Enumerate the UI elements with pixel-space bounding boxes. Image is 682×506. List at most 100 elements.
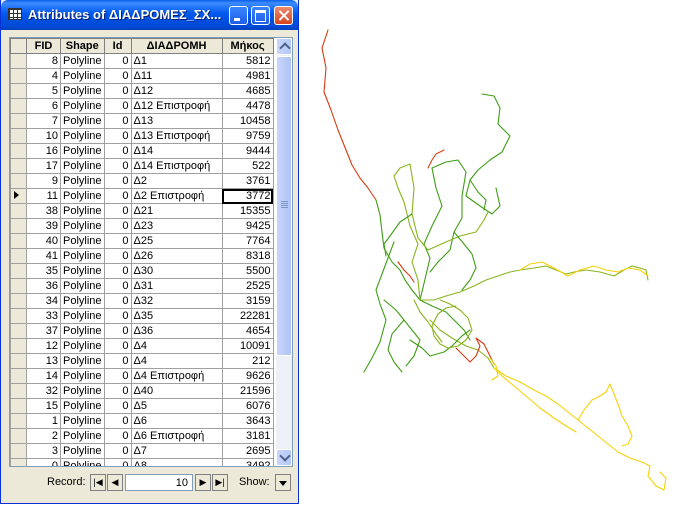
table-row[interactable]: 6 Polyline 0 Δ12 Επιστροφή 4478 [10, 98, 274, 114]
table-row[interactable]: 14 Polyline 0 Δ4 Επιστροφή 9626 [10, 368, 274, 384]
row-selector[interactable] [10, 128, 27, 144]
table-cell[interactable]: 0 [103, 428, 132, 444]
table-cell[interactable]: 3761 [221, 173, 274, 189]
table-row[interactable]: 38 Polyline 0 Δ21 15355 [10, 203, 274, 219]
route-line[interactable] [465, 93, 511, 215]
table-row[interactable]: 4 Polyline 0 Δ11 4981 [10, 68, 274, 84]
row-selector[interactable] [10, 248, 27, 264]
table-cell[interactable]: Polyline [60, 293, 105, 309]
table-cell[interactable]: 0 [103, 263, 132, 279]
table-cell[interactable]: Δ8 [130, 458, 223, 466]
table-cell[interactable]: 4 [26, 68, 61, 84]
table-row[interactable]: 8 Polyline 0 Δ1 5812 [10, 53, 274, 69]
table-cell[interactable]: Polyline [60, 308, 105, 324]
table-cell[interactable]: 15355 [221, 203, 274, 219]
column-header[interactable]: Μήκος [221, 38, 274, 54]
minimize-button[interactable] [229, 6, 248, 25]
table-cell[interactable]: 0 [103, 443, 132, 459]
table-cell[interactable]: Polyline [60, 203, 105, 219]
table-cell[interactable]: 4654 [221, 323, 274, 339]
table-cell[interactable]: Polyline [60, 128, 105, 144]
table-row[interactable]: 12 Polyline 0 Δ4 10091 [10, 338, 274, 354]
table-cell[interactable]: Δ21 [130, 203, 223, 219]
route-line[interactable] [393, 163, 489, 301]
row-selector[interactable] [10, 398, 27, 414]
map-canvas[interactable] [300, 0, 682, 506]
table-cell[interactable]: Polyline [60, 458, 105, 466]
table-cell[interactable]: 0 [103, 248, 132, 264]
table-cell[interactable]: Polyline [60, 113, 105, 129]
row-selector[interactable] [10, 278, 27, 294]
table-cell[interactable]: Δ6 [130, 413, 223, 429]
table-cell[interactable]: 35 [26, 263, 61, 279]
table-cell[interactable]: Polyline [60, 218, 105, 234]
scroll-up-button[interactable] [276, 38, 292, 55]
table-cell[interactable]: 21596 [221, 383, 274, 399]
route-line[interactable] [469, 179, 487, 211]
table-cell[interactable]: Δ36 [130, 323, 223, 339]
route-line[interactable] [519, 261, 649, 277]
table-cell[interactable]: 40 [26, 233, 61, 249]
table-cell[interactable]: Polyline [60, 323, 105, 339]
attribute-table[interactable]: FID Shape Id ΔΙΑΔΡΟΜΗ Μήκος 8 Polyline 0 Δ1… [9, 37, 293, 467]
route-line[interactable] [419, 159, 467, 301]
vertical-scrollbar[interactable] [276, 38, 292, 466]
table-cell[interactable]: 9425 [221, 218, 274, 234]
row-selector[interactable] [10, 293, 27, 309]
table-cell[interactable]: 5812 [221, 53, 274, 69]
table-cell[interactable]: 0 [103, 128, 132, 144]
table-cell[interactable]: Δ4 [130, 338, 223, 354]
table-cell[interactable]: Δ14 [130, 143, 223, 159]
row-selector[interactable] [10, 263, 27, 279]
table-cell[interactable]: 0 [103, 188, 132, 204]
table-row[interactable]: 17 Polyline 0 Δ14 Επιστροφή 522 [10, 158, 274, 174]
table-cell[interactable]: 0 [103, 383, 132, 399]
table-cell[interactable]: 0 [103, 338, 132, 354]
row-selector[interactable] [10, 53, 27, 69]
table-cell[interactable]: 9626 [221, 368, 274, 384]
table-cell[interactable]: 9444 [221, 143, 274, 159]
table-cell[interactable]: Polyline [60, 248, 105, 264]
row-selector[interactable] [10, 413, 27, 429]
table-cell[interactable]: Δ25 [130, 233, 223, 249]
last-record-button[interactable]: ▶| [212, 474, 228, 491]
table-cell[interactable]: 9 [26, 173, 61, 189]
table-cell[interactable]: 7764 [221, 233, 274, 249]
table-row[interactable]: 9 Polyline 0 Δ2 3761 [10, 173, 274, 189]
table-cell[interactable]: Δ30 [130, 263, 223, 279]
row-selector[interactable] [10, 233, 27, 249]
table-cell[interactable]: 0 [103, 98, 132, 114]
table-cell[interactable]: Polyline [60, 53, 105, 69]
table-cell[interactable]: 41 [26, 248, 61, 264]
column-header[interactable]: Id [103, 38, 132, 54]
column-header[interactable]: FID [26, 38, 61, 54]
table-cell[interactable]: Δ7 [130, 443, 223, 459]
column-header[interactable]: ΔΙΑΔΡΟΜΗ [130, 38, 223, 54]
table-cell[interactable]: Polyline [60, 278, 105, 294]
row-selector[interactable] [10, 68, 27, 84]
route-line[interactable] [375, 199, 421, 301]
route-line[interactable] [493, 367, 667, 491]
row-selector[interactable] [10, 323, 27, 339]
table-cell[interactable]: Δ35 [130, 308, 223, 324]
table-row[interactable]: 37 Polyline 0 Δ36 4654 [10, 323, 274, 339]
table-cell[interactable]: 34 [26, 293, 61, 309]
row-selector[interactable] [10, 383, 27, 399]
table-cell[interactable]: 9759 [221, 128, 274, 144]
table-cell[interactable]: 0 [103, 203, 132, 219]
row-selector-header[interactable] [10, 38, 27, 54]
table-row[interactable]: 36 Polyline 0 Δ31 2525 [10, 278, 274, 294]
table-cell[interactable]: Polyline [60, 188, 105, 204]
table-cell[interactable]: 39 [26, 218, 61, 234]
table-cell[interactable]: 13 [26, 353, 61, 369]
route-line[interactable] [383, 213, 413, 257]
table-cell[interactable]: 3 [26, 443, 61, 459]
row-selector[interactable] [10, 428, 27, 444]
row-selector[interactable] [10, 113, 27, 129]
table-cell[interactable]: Δ2 Επιστροφή [130, 188, 223, 204]
row-selector[interactable] [10, 218, 27, 234]
row-selector[interactable] [10, 458, 27, 466]
route-line[interactable] [431, 299, 473, 349]
table-cell[interactable]: 0 [103, 323, 132, 339]
table-row[interactable]: 11 Polyline 0 Δ2 Επιστροφή 3772 [10, 188, 274, 204]
